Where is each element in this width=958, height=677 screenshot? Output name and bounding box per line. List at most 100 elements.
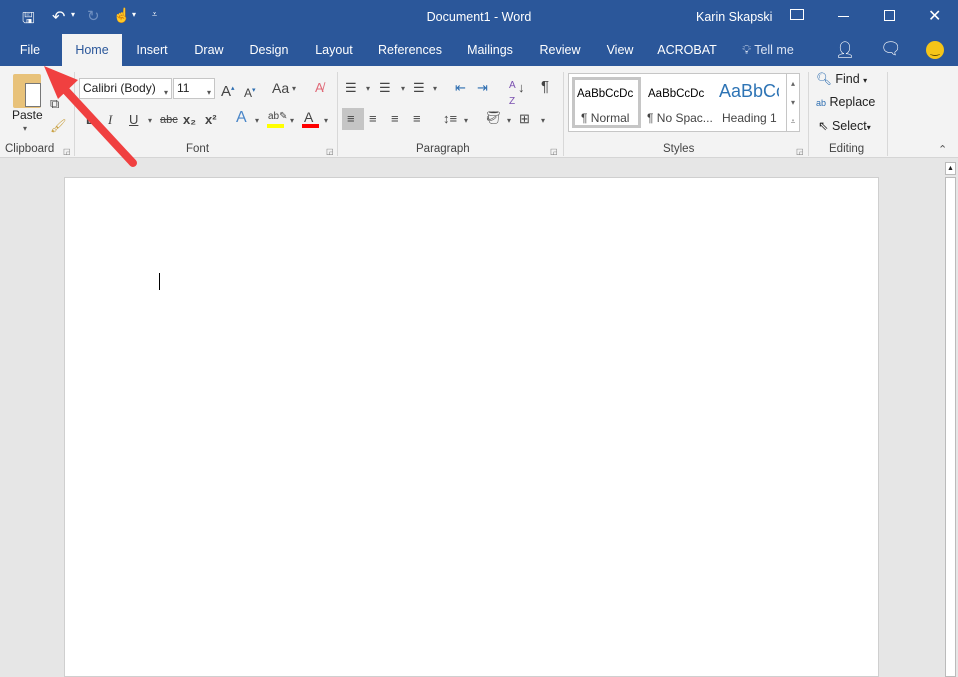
- touch-dropdown-icon[interactable]: ▾: [132, 10, 136, 19]
- tell-me-box[interactable]: 💡︎ Tell me: [736, 34, 800, 66]
- paste-dropdown-icon[interactable]: ▾: [23, 124, 27, 133]
- close-icon[interactable]: ✕: [928, 6, 941, 26]
- tab-view[interactable]: View: [598, 34, 642, 66]
- clipboard-launcher-icon[interactable]: ◲: [63, 147, 71, 156]
- save-icon[interactable]: 🖫: [22, 8, 35, 33]
- font-launcher-icon[interactable]: ◲: [326, 147, 334, 156]
- font-name-value: Calibri (Body): [83, 81, 156, 95]
- styles-up-icon[interactable]: ▴: [787, 74, 799, 93]
- text-effects-dropdown-icon[interactable]: ▾: [255, 116, 259, 125]
- shrink-font-icon[interactable]: A▾: [244, 83, 256, 101]
- shading-dropdown-icon[interactable]: ▾: [507, 116, 511, 125]
- highlight-dropdown-icon[interactable]: ▾: [290, 116, 294, 125]
- justify-icon[interactable]: ≡: [413, 111, 421, 127]
- style-preview: AaBbCcDc: [648, 88, 705, 100]
- share-icon[interactable]: 👤︎: [835, 40, 855, 60]
- tab-layout[interactable]: Layout: [306, 34, 362, 66]
- borders-dropdown-icon[interactable]: ▾: [541, 116, 545, 125]
- tab-review[interactable]: Review: [532, 34, 588, 66]
- bullets-icon[interactable]: ☰: [345, 80, 357, 96]
- paragraph-launcher-icon[interactable]: ◲: [550, 147, 558, 156]
- highlight-icon[interactable]: ab✎: [268, 109, 288, 125]
- font-color-dropdown-icon[interactable]: ▾: [324, 116, 328, 125]
- style-heading-1[interactable]: AaBbCc Heading 1: [717, 77, 781, 128]
- tab-acrobat[interactable]: ACROBAT: [652, 34, 722, 66]
- underline-button[interactable]: U: [129, 112, 138, 128]
- paste-icon[interactable]: [13, 74, 41, 108]
- superscript-button[interactable]: x²: [205, 112, 217, 128]
- undo-icon[interactable]: ↶: [52, 7, 65, 27]
- undo-dropdown-icon[interactable]: ▾: [71, 10, 75, 19]
- tab-draw[interactable]: Draw: [186, 34, 232, 66]
- italic-button[interactable]: I: [108, 112, 112, 128]
- styles-group-label: Styles: [663, 143, 695, 155]
- change-case-dropdown-icon[interactable]: ▾: [292, 84, 296, 93]
- align-left-button[interactable]: ≡: [342, 108, 364, 130]
- multilevel-dropdown-icon[interactable]: ▾: [433, 84, 437, 93]
- replace-icon: ab: [816, 98, 827, 108]
- styles-launcher-icon[interactable]: ◲: [796, 147, 804, 156]
- align-center-icon[interactable]: ≡: [369, 111, 377, 127]
- styles-scroll[interactable]: ▴ ▾ ⩡: [786, 73, 800, 132]
- align-right-icon[interactable]: ≡: [391, 111, 399, 127]
- line-spacing-dropdown-icon[interactable]: ▾: [464, 116, 468, 125]
- subscript-button[interactable]: x₂: [183, 112, 196, 128]
- vertical-scrollbar[interactable]: ▲: [943, 158, 958, 677]
- underline-dropdown-icon[interactable]: ▾: [148, 116, 152, 125]
- styles-down-icon[interactable]: ▾: [787, 93, 799, 112]
- smiley-feedback-icon[interactable]: ‿: [926, 41, 944, 59]
- touch-mode-icon[interactable]: ☝: [113, 7, 130, 24]
- bold-button[interactable]: B: [86, 112, 95, 128]
- ribbon-home: Paste ▾ ⧉ 🖌︎ Clipboard ◲ Calibri (Body) ▾…: [0, 66, 958, 158]
- borders-icon[interactable]: ⊞: [519, 111, 530, 127]
- clear-formatting-icon[interactable]: A̸: [315, 80, 324, 96]
- document-page[interactable]: [64, 177, 879, 677]
- numbering-dropdown-icon[interactable]: ▾: [401, 84, 405, 93]
- text-effects-icon[interactable]: A: [236, 110, 247, 126]
- tab-references[interactable]: References: [372, 34, 448, 66]
- increase-indent-icon[interactable]: ⇥: [477, 80, 488, 96]
- select-button[interactable]: ⇖ Select▾: [818, 118, 871, 133]
- search-icon: 🔍︎: [816, 72, 832, 86]
- divider: [563, 72, 564, 156]
- tab-home[interactable]: Home: [62, 34, 122, 66]
- paragraph-group-label: Paragraph: [416, 143, 470, 155]
- maximize-icon[interactable]: [884, 10, 895, 21]
- scrollbar-thumb[interactable]: [945, 177, 956, 677]
- numbering-icon[interactable]: ☰: [379, 80, 391, 96]
- chevron-down-icon: ▾: [866, 123, 871, 132]
- paste-button[interactable]: Paste: [12, 108, 43, 122]
- change-case-button[interactable]: Aa: [272, 80, 289, 96]
- shading-icon[interactable]: 🪣︎: [485, 110, 502, 126]
- grow-font-icon[interactable]: A▴: [221, 81, 235, 100]
- tab-mailings[interactable]: Mailings: [458, 34, 522, 66]
- user-name[interactable]: Karin Skapski: [696, 10, 772, 24]
- collapse-ribbon-icon[interactable]: ⌃: [938, 143, 947, 156]
- tab-file[interactable]: File: [8, 34, 52, 66]
- minimize-icon[interactable]: [838, 16, 849, 17]
- font-name-select[interactable]: Calibri (Body) ▾: [79, 78, 172, 99]
- bullets-dropdown-icon[interactable]: ▾: [366, 84, 370, 93]
- customize-icon[interactable]: ⩡: [152, 9, 157, 20]
- styles-more-icon[interactable]: ⩡: [787, 112, 799, 131]
- show-formatting-button[interactable]: ¶: [541, 79, 549, 95]
- strikethrough-button[interactable]: abc: [160, 112, 178, 128]
- tab-design[interactable]: Design: [242, 34, 296, 66]
- scroll-up-icon[interactable]: ▲: [945, 162, 956, 175]
- decrease-indent-icon[interactable]: ⇤: [455, 80, 466, 96]
- replace-button[interactable]: ab Replace: [816, 95, 875, 109]
- sort-icon[interactable]: AZ: [509, 78, 516, 110]
- multilevel-list-icon[interactable]: ☰: [413, 80, 425, 96]
- ribbon-display-options-icon[interactable]: [790, 9, 804, 20]
- format-painter-icon[interactable]: 🖌︎: [50, 118, 67, 134]
- font-color-icon[interactable]: A: [304, 109, 313, 125]
- tab-insert[interactable]: Insert: [128, 34, 176, 66]
- font-size-select[interactable]: 11 ▾: [173, 78, 215, 99]
- copy-icon[interactable]: ⧉: [50, 96, 59, 112]
- title-bar: 🖫 ↶ ▾ ↻ ☝ ▾ ⩡ Document1 - Word Karin Ska…: [0, 0, 958, 34]
- style-normal[interactable]: AaBbCcDc ¶ Normal: [572, 77, 641, 128]
- find-button[interactable]: 🔍︎ Find ▾: [816, 72, 867, 87]
- line-spacing-icon[interactable]: ↕≡: [443, 111, 457, 127]
- comments-icon[interactable]: 🗨︎: [880, 39, 902, 59]
- style-no-spacing[interactable]: AaBbCcDc ¶ No Spac...: [645, 77, 715, 128]
